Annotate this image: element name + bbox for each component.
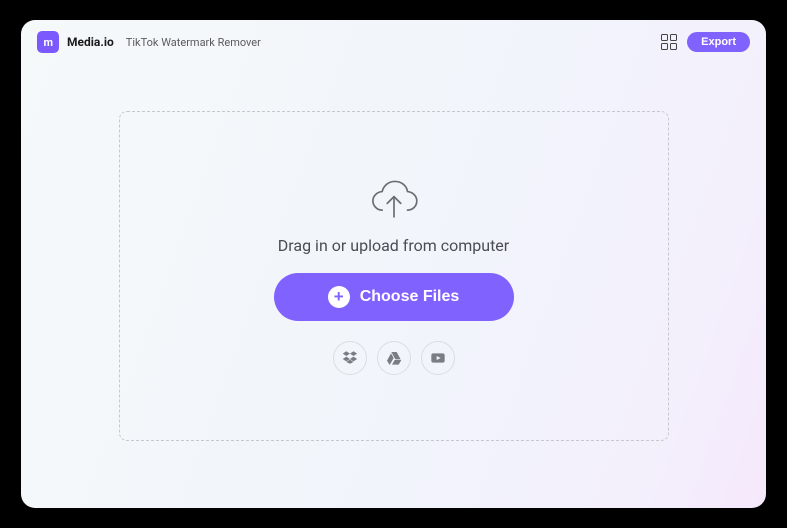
upload-sources [333,341,455,375]
youtube-icon [430,350,446,366]
header-actions: Export [661,32,750,52]
choose-files-label: Choose Files [360,288,460,306]
cloud-upload-icon [367,178,421,222]
page-title: TikTok Watermark Remover [126,36,261,49]
google-drive-source-button[interactable] [377,341,411,375]
youtube-source-button[interactable] [421,341,455,375]
file-dropzone[interactable]: Drag in or upload from computer + Choose… [119,111,669,441]
apps-grid-icon[interactable] [661,34,677,50]
dropbox-icon [342,350,358,366]
main-area: Drag in or upload from computer + Choose… [21,64,766,508]
dropbox-source-button[interactable] [333,341,367,375]
brand-name: Media.io [67,35,114,49]
app-window: m Media.io TikTok Watermark Remover Expo… [21,20,766,508]
choose-files-button[interactable]: + Choose Files [274,273,514,321]
google-drive-icon [386,350,402,366]
dropzone-text: Drag in or upload from computer [278,236,509,255]
header: m Media.io TikTok Watermark Remover Expo… [21,20,766,64]
plus-icon: + [328,286,350,308]
brand-logo: m [37,31,59,53]
export-button[interactable]: Export [687,32,750,52]
